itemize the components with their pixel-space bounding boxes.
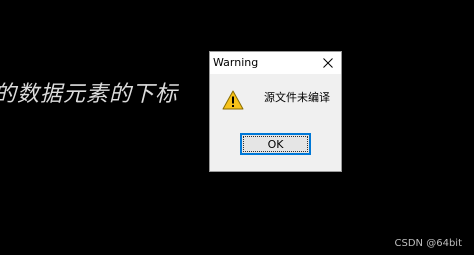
close-button[interactable] [316,53,340,73]
dialog-titlebar: Warning [210,52,341,74]
warning-dialog: Warning 源文件未编译 OK [209,51,342,172]
watermark: CSDN @64bit [394,238,462,249]
warning-icon [222,90,244,110]
dialog-title: Warning [213,56,259,69]
close-icon [323,58,333,68]
dialog-message: 源文件未编译 [264,91,330,104]
background-text: 的数据元素的下标 [0,82,179,107]
ok-button-label: OK [267,137,284,151]
ok-button[interactable]: OK [240,133,311,155]
